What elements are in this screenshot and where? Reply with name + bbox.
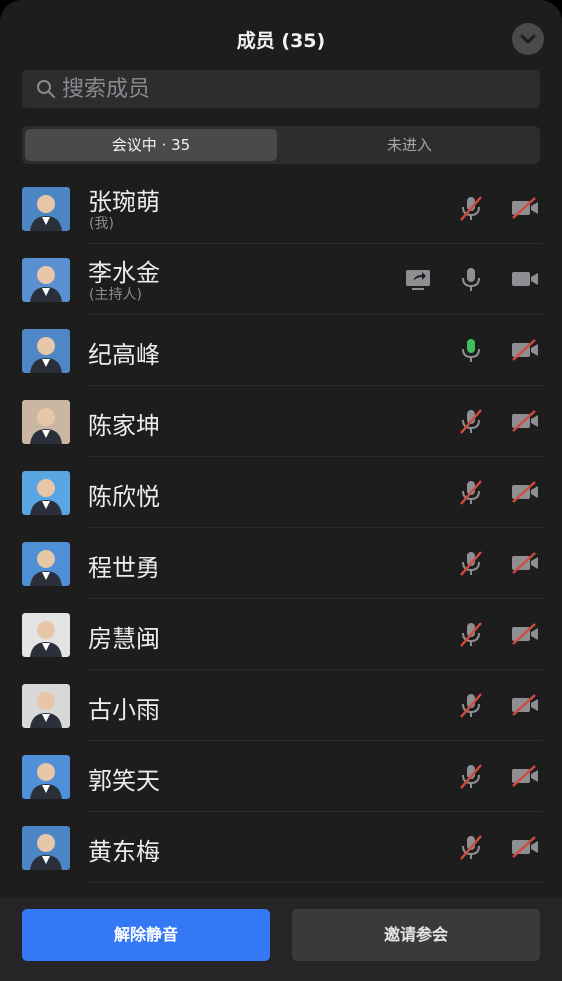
- camera-off-icon[interactable]: [510, 761, 540, 791]
- person-photo-icon: [30, 692, 62, 728]
- member-row[interactable]: 陈欣悦: [0, 457, 562, 528]
- panel-header: 成员 (35): [0, 0, 562, 70]
- person-photo-icon: [30, 763, 62, 799]
- mic-speaking-icon[interactable]: [456, 335, 486, 365]
- tab-in-meeting[interactable]: 会议中 · 35: [25, 129, 277, 161]
- mic-muted-icon[interactable]: [456, 548, 486, 578]
- avatar: [22, 329, 70, 373]
- mic-muted-icon[interactable]: [456, 477, 486, 507]
- member-row[interactable]: 李水金 (主持人): [0, 244, 562, 315]
- person-photo-icon: [30, 479, 62, 515]
- members-panel: 成员 (35) 会议中 · 35 未进入 张琬萌 (我): [0, 0, 562, 981]
- member-row[interactable]: 房慧闽: [0, 599, 562, 670]
- mic-muted-icon[interactable]: [456, 193, 486, 223]
- member-list: 张琬萌 (我) 李水金 (主持人) 纪高峰 陈家坤 陈欣悦 程世勇 房慧闽 古小…: [0, 173, 562, 898]
- member-row[interactable]: 纪高峰: [0, 315, 562, 386]
- member-status-tabs: 会议中 · 35 未进入: [22, 126, 540, 164]
- camera-off-icon[interactable]: [510, 690, 540, 720]
- person-photo-icon: [30, 550, 62, 586]
- camera-off-icon[interactable]: [510, 548, 540, 578]
- row-divider: [88, 882, 542, 883]
- member-name: 张琬萌: [88, 188, 160, 216]
- member-row[interactable]: 张琬萌 (我): [0, 173, 562, 244]
- screen-share-icon[interactable]: [403, 264, 433, 294]
- avatar: [22, 187, 70, 231]
- person-photo-icon: [30, 408, 62, 444]
- collapse-button[interactable]: [512, 23, 544, 55]
- person-photo-icon: [30, 195, 62, 231]
- camera-off-icon[interactable]: [510, 477, 540, 507]
- camera-off-icon[interactable]: [510, 832, 540, 862]
- camera-off-icon[interactable]: [510, 406, 540, 436]
- avatar: [22, 258, 70, 302]
- mic-muted-icon[interactable]: [456, 406, 486, 436]
- person-photo-icon: [30, 266, 62, 302]
- footer-bar: 解除静音 邀请参会: [0, 898, 562, 981]
- mic-muted-icon[interactable]: [456, 761, 486, 791]
- member-role: (我): [89, 216, 114, 232]
- member-name: 陈欣悦: [88, 483, 160, 511]
- mic-muted-icon[interactable]: [456, 832, 486, 862]
- search-bar[interactable]: [22, 70, 540, 108]
- member-name: 房慧闽: [88, 625, 160, 653]
- member-row[interactable]: 黄东梅: [0, 812, 562, 883]
- avatar: [22, 684, 70, 728]
- avatar: [22, 826, 70, 870]
- avatar: [22, 755, 70, 799]
- camera-icon[interactable]: [510, 264, 540, 294]
- camera-off-icon[interactable]: [510, 619, 540, 649]
- member-name: 程世勇: [88, 554, 160, 582]
- member-role: (主持人): [89, 287, 142, 303]
- invite-button[interactable]: 邀请参会: [292, 909, 540, 961]
- person-photo-icon: [30, 337, 62, 373]
- avatar: [22, 400, 70, 444]
- member-row[interactable]: 郭笑天: [0, 741, 562, 812]
- camera-off-icon[interactable]: [510, 193, 540, 223]
- member-name: 古小雨: [88, 696, 160, 724]
- person-photo-icon: [30, 621, 62, 657]
- panel-title: 成员 (35): [236, 30, 326, 52]
- member-name: 李水金: [88, 259, 160, 287]
- camera-off-icon[interactable]: [510, 335, 540, 365]
- chevron-down-icon: [520, 34, 536, 44]
- member-name: 陈家坤: [88, 412, 160, 440]
- avatar: [22, 471, 70, 515]
- member-row[interactable]: 程世勇: [0, 528, 562, 599]
- search-input[interactable]: [62, 70, 522, 108]
- member-name: 纪高峰: [88, 341, 160, 369]
- mic-icon[interactable]: [456, 264, 486, 294]
- unmute-button[interactable]: 解除静音: [22, 909, 270, 961]
- search-icon: [37, 80, 55, 98]
- member-name: 黄东梅: [88, 838, 160, 866]
- person-photo-icon: [30, 834, 62, 870]
- member-name: 郭笑天: [88, 767, 160, 795]
- avatar: [22, 613, 70, 657]
- avatar: [22, 542, 70, 586]
- mic-muted-icon[interactable]: [456, 690, 486, 720]
- tab-not-joined[interactable]: 未进入: [282, 129, 537, 161]
- mic-muted-icon[interactable]: [456, 619, 486, 649]
- member-row[interactable]: 古小雨: [0, 670, 562, 741]
- member-row[interactable]: 陈家坤: [0, 386, 562, 457]
